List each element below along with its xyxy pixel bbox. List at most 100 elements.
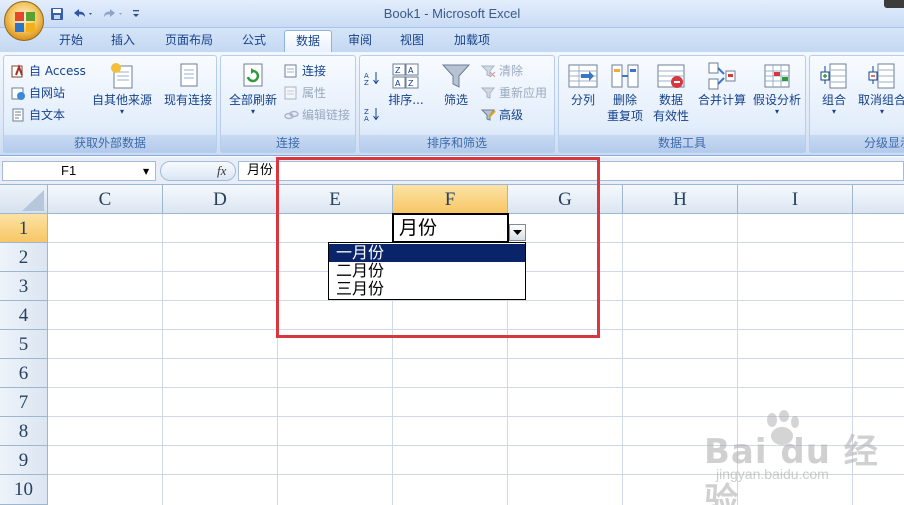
sort-descending-button[interactable]: ZA	[364, 106, 380, 122]
sort-button[interactable]: ZAAZ 排序...	[386, 60, 426, 108]
active-cell-f1[interactable]: 月份	[392, 213, 509, 243]
chevron-down-icon: ▾	[879, 107, 884, 116]
gridline	[48, 416, 904, 417]
gridline	[48, 445, 904, 446]
group-label: 获取外部数据	[4, 135, 216, 152]
chevron-down-icon	[513, 229, 522, 235]
reapply-button[interactable]: 重新应用	[480, 84, 547, 101]
svg-text:Z: Z	[395, 66, 401, 75]
remove-duplicates-icon	[611, 64, 639, 88]
dropdown-option[interactable]: 二月份	[329, 262, 525, 280]
row-header-1[interactable]: 1	[0, 214, 48, 243]
chevron-down-icon: ▾	[119, 107, 124, 116]
gridline	[277, 214, 278, 505]
tab-page-layout[interactable]: 页面布局	[156, 30, 222, 52]
row-header-7[interactable]: 7	[0, 388, 48, 417]
text-file-icon	[12, 108, 24, 121]
web-icon	[11, 87, 25, 100]
consolidate-button[interactable]: 合并计算	[695, 60, 749, 108]
refresh-icon	[243, 63, 263, 87]
title-bar: Book1 - Microsoft Excel	[0, 0, 904, 28]
validation-dropdown-button[interactable]	[509, 224, 526, 241]
sort-ascending-button[interactable]: AZ	[364, 70, 380, 86]
properties-button[interactable]: 属性	[283, 84, 326, 101]
ungroup-rows-icon	[868, 63, 895, 89]
row-header-3[interactable]: 3	[0, 272, 48, 301]
column-header-h[interactable]: H	[623, 185, 738, 214]
name-box-dropdown-icon[interactable]: ▼	[143, 167, 149, 176]
ungroup-button[interactable]: 取消组合 ▾	[856, 60, 904, 116]
window-controls[interactable]	[884, 0, 904, 8]
connections-button[interactable]: 连接	[283, 62, 326, 79]
worksheet-grid[interactable]: C D E F G H I 1 2 3 4 5 6 7 8 9 10 月份 一月…	[0, 185, 904, 505]
filter-button[interactable]: 筛选	[436, 60, 476, 108]
gridline	[852, 214, 853, 505]
data-validation-button[interactable]: 数据 有效性	[649, 60, 693, 124]
tab-review[interactable]: 审阅	[338, 30, 382, 52]
column-header-e[interactable]: E	[278, 185, 393, 214]
edit-links-button[interactable]: 编辑链接	[283, 106, 350, 123]
advanced-filter-button[interactable]: 高级	[480, 106, 523, 123]
access-icon	[11, 63, 23, 77]
name-box[interactable]: F1	[2, 161, 156, 181]
row-header-8[interactable]: 8	[0, 417, 48, 446]
refresh-all-button[interactable]: 全部刷新 ▾	[225, 60, 281, 116]
advanced-filter-icon	[480, 109, 496, 121]
column-header-i[interactable]: I	[738, 185, 853, 214]
column-header-f[interactable]: F	[393, 185, 508, 214]
row-header-6[interactable]: 6	[0, 359, 48, 388]
sort-az-icon: AZ	[364, 72, 379, 86]
clear-filter-icon	[480, 65, 496, 77]
gridline	[48, 358, 904, 359]
column-header-partial[interactable]	[853, 185, 904, 214]
gridline	[737, 214, 738, 505]
insert-function-button[interactable]: fx	[217, 163, 226, 179]
from-other-sources-button[interactable]: 自其他来源 ▾	[90, 60, 154, 116]
from-access-button[interactable]: 自 Access	[10, 62, 86, 79]
row-header-10[interactable]: 10	[0, 475, 48, 505]
ribbon-tabs: 开始 插入 页面布局 公式 数据 审阅 视图 加载项	[0, 28, 904, 52]
window-title: Book1 - Microsoft Excel	[383, 6, 521, 21]
from-web-button[interactable]: 自网站	[10, 84, 65, 101]
tab-formulas[interactable]: 公式	[232, 30, 276, 52]
row-header-9[interactable]: 9	[0, 446, 48, 475]
sort-dialog-icon: Z AA Z	[392, 63, 419, 89]
remove-duplicates-button[interactable]: 删除 重复项	[603, 60, 647, 124]
clear-filter-button[interactable]: 清除	[480, 62, 523, 79]
svg-text:Z: Z	[408, 79, 414, 88]
tab-view[interactable]: 视图	[390, 30, 434, 52]
column-header-g[interactable]: G	[508, 185, 623, 214]
text-to-columns-button[interactable]: 分列	[563, 60, 603, 108]
consolidate-icon	[708, 62, 736, 90]
group-rows-icon	[820, 63, 847, 89]
row-header-4[interactable]: 4	[0, 301, 48, 330]
from-text-button[interactable]: 自文本	[10, 106, 65, 123]
group-connections: 全部刷新 ▾ 连接 属性 编辑链接 连接	[220, 55, 356, 153]
what-if-analysis-button[interactable]: 假设分析 ▾	[749, 60, 805, 116]
dropdown-option[interactable]: 一月份	[329, 244, 525, 262]
tab-data[interactable]: 数据	[284, 30, 332, 52]
tab-add-ins[interactable]: 加载项	[444, 30, 500, 52]
group-button[interactable]: 组合 ▾	[814, 60, 854, 116]
row-header-2[interactable]: 2	[0, 243, 48, 272]
select-all-button[interactable]	[0, 185, 48, 214]
gridline	[48, 300, 904, 301]
formula-bar: F1 ▼ fx 月份	[0, 157, 904, 185]
group-label: 排序和筛选	[360, 135, 554, 152]
group-get-external-data: 自 Access 自网站 自文本 自其他来源 ▾ 现有连接 获取外部数据	[3, 55, 217, 153]
formula-input[interactable]: 月份	[238, 161, 904, 181]
tab-insert[interactable]: 插入	[100, 30, 146, 52]
existing-connections-button[interactable]: 现有连接	[160, 60, 216, 108]
row-header-5[interactable]: 5	[0, 330, 48, 359]
office-button[interactable]	[4, 1, 44, 41]
text-to-columns-icon	[568, 64, 598, 88]
svg-text:Z: Z	[364, 79, 369, 86]
dropdown-option[interactable]: 三月份	[329, 280, 525, 298]
gridline	[48, 387, 904, 388]
tab-home[interactable]: 开始	[48, 30, 94, 52]
validation-dropdown-list: 一月份 二月份 三月份	[328, 242, 526, 300]
column-header-d[interactable]: D	[163, 185, 278, 214]
column-header-c[interactable]: C	[48, 185, 163, 214]
group-label: 数据工具	[559, 135, 805, 152]
existing-connections-icon	[180, 63, 198, 87]
